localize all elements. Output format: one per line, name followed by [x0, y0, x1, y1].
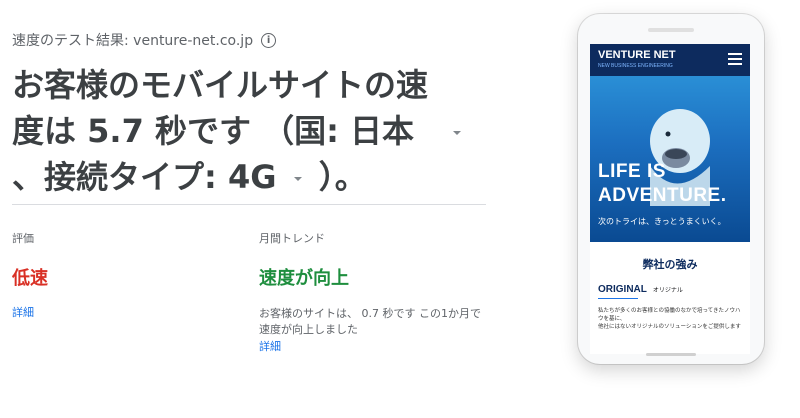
- rating-value: 低速: [12, 268, 48, 289]
- trend-value: 速度が向上: [259, 268, 349, 289]
- divider: [12, 204, 486, 205]
- info-icon[interactable]: i: [261, 32, 277, 48]
- strengths-title: 弊社の強み: [642, 258, 698, 271]
- site-tagline: NEW BUSINESS ENGINEERING: [598, 63, 673, 69]
- headline-line-3-end: ）。: [318, 158, 367, 196]
- trend-title: 月間トレンド: [259, 232, 325, 245]
- hero-subtitle: 次のトライは、きっとうまくいく。: [598, 217, 726, 226]
- hero-banner: LIFE IS ADVENTURE. 次のトライは、きっとうまくいく。: [590, 76, 750, 242]
- original-body-line-1: 私たちが多くのお客様との協働のなかで培ってきたノウハウを基に、: [598, 308, 741, 322]
- original-underline: [598, 298, 638, 299]
- original-en: ORIGINAL: [598, 284, 647, 295]
- phone-screen: VENTURE NET NEW BUSINESS ENGINEERING LIF…: [590, 44, 750, 354]
- phone-home-bar: [646, 353, 696, 356]
- original-jp: オリジナル: [652, 287, 683, 294]
- trend-section: 月間トレンド 速度が向上 お客様のサイトは、 0.7 秒です この1か月で速度が…: [259, 230, 489, 354]
- headline-line-3: 、接続タイプ: 4G ）。: [12, 154, 482, 200]
- site-header: VENTURE NET NEW BUSINESS ENGINEERING: [590, 44, 750, 76]
- headline-line-2: 度は 5.7 秒です （国: 日本: [12, 108, 482, 154]
- hero-title-line-2: ADVENTURE.: [598, 185, 727, 206]
- hamburger-menu-icon: [728, 53, 742, 68]
- hero-title-line-1: LIFE IS: [598, 161, 666, 182]
- phone-speaker: [648, 28, 694, 32]
- test-result-label: 速度のテスト結果: venture-net.co.jp i: [12, 30, 277, 50]
- headline-line-1: お客様のモバイルサイトの速: [12, 66, 429, 104]
- trend-description: お客様のサイトは、 0.7 秒です この1か月で速度が向上しました: [259, 307, 481, 336]
- site-logo: VENTURE NET: [598, 49, 676, 61]
- original-heading: ORIGINAL オリジナル: [598, 284, 750, 295]
- country-dropdown-icon[interactable]: [453, 131, 462, 135]
- rating-details-link[interactable]: 詳細: [12, 304, 48, 320]
- trend-details-link[interactable]: 詳細: [259, 338, 489, 354]
- rating-section: 評価 低速 詳細: [12, 230, 48, 320]
- test-result-text: 速度のテスト結果: venture-net.co.jp: [12, 33, 254, 49]
- hero-title: LIFE IS ADVENTURE.: [598, 160, 727, 208]
- original-body: 私たちが多くのお客様との協働のなかで培ってきたノウハウを基に、 他社にはないオリ…: [598, 307, 742, 331]
- original-body-line-2: 他社にはないオリジナルのソリューションをご提供します: [598, 324, 741, 330]
- page-title: お客様のモバイルサイトの速 度は 5.7 秒です （国: 日本 、接続タイプ: …: [12, 62, 482, 200]
- headline-line-3-text: 、接続タイプ: 4G: [12, 158, 277, 196]
- headline-line-2-text: 度は 5.7 秒です （国: 日本: [12, 112, 415, 150]
- rating-title: 評価: [12, 232, 34, 245]
- phone-preview: VENTURE NET NEW BUSINESS ENGINEERING LIF…: [578, 14, 764, 364]
- connection-dropdown-icon[interactable]: [293, 177, 302, 181]
